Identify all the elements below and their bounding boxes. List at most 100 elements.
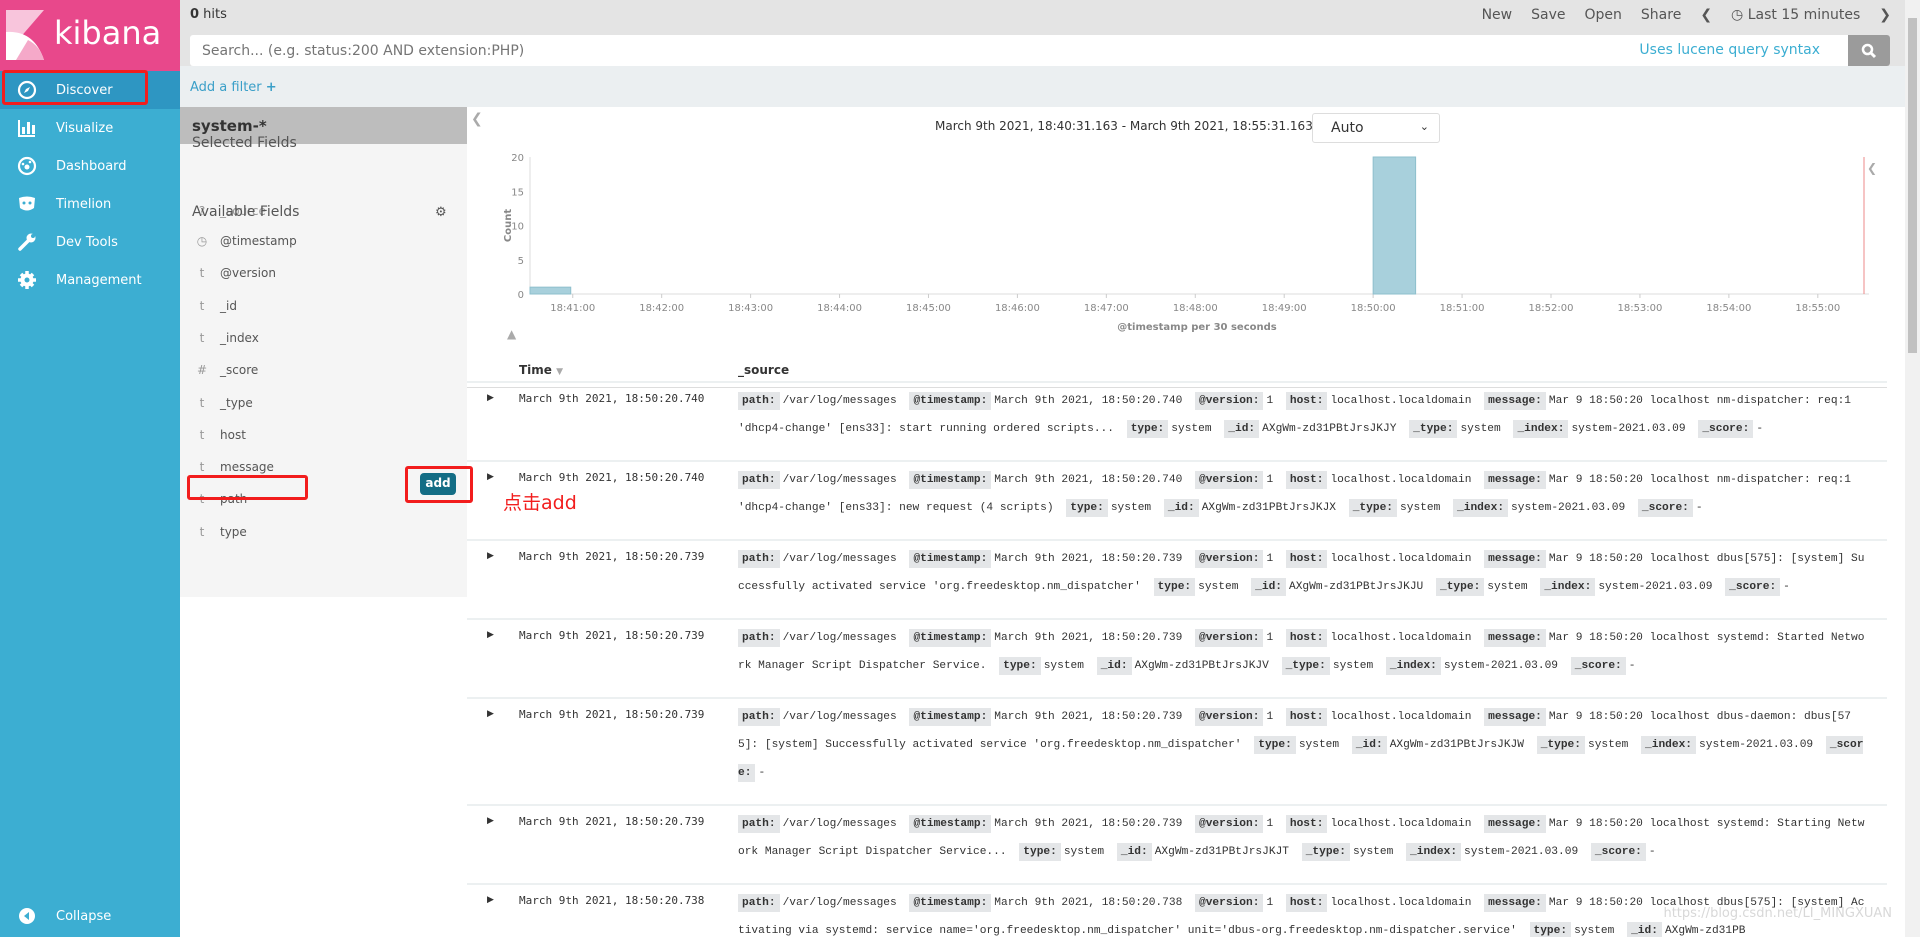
row-source: path:/var/log/messages @timestamp: March …: [738, 387, 1868, 443]
scrollbar-thumb[interactable]: [1908, 18, 1917, 353]
field-host[interactable]: t host: [192, 422, 457, 448]
lucene-syntax-link[interactable]: Uses lucene query syntax: [1639, 42, 1820, 58]
row-source: path:/var/log/messages @timestamp: March …: [738, 466, 1868, 522]
x-tick-label: 18:51:00: [1440, 303, 1485, 314]
sidebar-item-dev-tools[interactable]: Dev Tools: [0, 223, 180, 261]
field-score[interactable]: # _score: [192, 357, 457, 383]
field-type-icon: t: [199, 492, 205, 507]
source-key: host:: [1285, 550, 1328, 568]
search-input[interactable]: [190, 35, 1190, 66]
sidebar-item-dashboard[interactable]: Dashboard: [0, 147, 180, 185]
sidebar-item-visualize[interactable]: Visualize: [0, 109, 180, 147]
source-key: _type:: [1301, 843, 1351, 861]
kibana-logo[interactable]: kibana: [0, 0, 180, 71]
field-version[interactable]: t @version: [192, 260, 457, 286]
expand-row-icon[interactable]: ▶: [487, 709, 494, 719]
field-id[interactable]: t _id: [192, 293, 457, 319]
x-tick-label: 18:48:00: [1173, 303, 1218, 314]
expand-row-icon[interactable]: ▶: [487, 630, 494, 640]
source-value: /var/log/messages: [782, 897, 897, 909]
source-value: -: [1648, 846, 1656, 858]
source-value: system-2021.03.09: [1699, 739, 1814, 751]
x-tick-label: 18:54:00: [1706, 303, 1751, 314]
table-row: ▶ March 9th 2021, 18:50:20.739 path:/var/l…: [467, 804, 1887, 883]
source-key: _type:: [1348, 499, 1398, 517]
field-index[interactable]: t _index: [192, 325, 457, 351]
source-key: _id:: [1224, 420, 1260, 438]
source-key: path:: [738, 894, 780, 912]
row-timestamp: March 9th 2021, 18:50:20.739: [519, 629, 705, 642]
histogram-chart: 0510152018:41:00 18:42:00 18:43:00 18:44:00…: [503, 153, 1877, 333]
source-key: message:: [1484, 815, 1546, 833]
source-value: /var/log/messages: [782, 711, 897, 723]
field-name: host: [220, 427, 246, 442]
source-value: 1: [1266, 395, 1274, 407]
source-value: -: [758, 767, 766, 779]
search-button[interactable]: [1848, 35, 1890, 66]
share-button[interactable]: Share: [1641, 7, 1681, 23]
page-scrollbar[interactable]: [1905, 0, 1920, 937]
source-value: /var/log/messages: [782, 395, 897, 407]
source-value: AXgWm-zd31PBtJrsJKJX: [1201, 502, 1336, 514]
field-type-icon: t: [199, 524, 205, 539]
sidebar-item-management[interactable]: Management: [0, 261, 180, 299]
expand-row-icon[interactable]: ▶: [487, 551, 494, 561]
field-settings-gear-icon[interactable]: ⚙: [435, 205, 447, 220]
expand-row-icon[interactable]: ▶: [487, 895, 494, 905]
add-field-button[interactable]: add: [420, 473, 456, 495]
save-button[interactable]: Save: [1531, 7, 1565, 23]
source-key: _id:: [1096, 657, 1132, 675]
source-value: March 9th 2021, 18:50:20.739: [994, 553, 1183, 565]
source-value: AXgWm-zd31PBtJrsJKJU: [1289, 581, 1424, 593]
watermark: https://blog.csdn.net/LI_MINGXUAN: [1663, 906, 1892, 921]
x-tick-label: 18:55:00: [1795, 303, 1840, 314]
field-type[interactable]: t _type: [192, 390, 457, 416]
y-tick-label: 15: [511, 187, 524, 198]
column-header-time[interactable]: Time ▼: [519, 363, 563, 377]
field-path[interactable]: t path: [192, 486, 457, 512]
dashboard-icon: [17, 156, 37, 176]
collapse-chart-icon[interactable]: ▲: [507, 327, 516, 341]
expand-row-icon[interactable]: ▶: [487, 816, 494, 826]
new-button[interactable]: New: [1482, 7, 1513, 23]
collapse-button[interactable]: Collapse: [0, 897, 180, 935]
source-key: _index:: [1540, 578, 1596, 596]
source-value: system: [1063, 846, 1105, 858]
expand-row-icon[interactable]: ▶: [487, 393, 494, 403]
source-key: host:: [1285, 392, 1328, 410]
field-name: path: [220, 492, 248, 507]
open-button[interactable]: Open: [1585, 7, 1622, 23]
source-value: March 9th 2021, 18:50:20.739: [994, 711, 1183, 723]
compass-icon: [17, 80, 37, 100]
time-forward-icon[interactable]: ❯: [1879, 7, 1891, 23]
field-timestamp[interactable]: ◷ @timestamp: [192, 228, 457, 254]
time-back-icon[interactable]: ❮: [1700, 7, 1712, 23]
field-name: _index: [220, 330, 259, 345]
x-tick-label: 18:45:00: [906, 303, 951, 314]
time-picker[interactable]: ◷ Last 15 minutes: [1731, 7, 1860, 23]
x-tick-label: 18:44:00: [817, 303, 862, 314]
sidebar-item-discover[interactable]: Discover: [0, 71, 180, 109]
field-message[interactable]: t message: [192, 454, 457, 480]
row-source: path:/var/log/messages @timestamp: March …: [738, 624, 1868, 680]
field-name: message: [220, 460, 274, 475]
source-key: path:: [738, 392, 780, 410]
expand-row-icon[interactable]: ▶: [487, 472, 494, 482]
sidebar-item-label: Dashboard: [56, 158, 127, 174]
x-tick-label: 18:41:00: [550, 303, 595, 314]
source-value: AXgWm-zd31PBtJrsJKJT: [1154, 846, 1289, 858]
plus-icon: +: [265, 80, 277, 95]
sidebar-item-timelion[interactable]: Timelion: [0, 185, 180, 223]
x-tick-label: 18:50:00: [1351, 303, 1396, 314]
source-key: @timestamp:: [909, 629, 992, 647]
field-type[interactable]: t type: [192, 519, 457, 545]
source-value: 1: [1266, 553, 1274, 565]
source-key: _type:: [1436, 578, 1485, 596]
source-key: _id:: [1163, 499, 1199, 517]
source-value: AXgWm-zd31PBtJrsJKJW: [1389, 739, 1524, 751]
source-value: localhost.localdomain: [1330, 897, 1472, 909]
top-bar: 0 hits New Save Open Share ❮ ◷ Last 15 m…: [180, 0, 1905, 66]
source-key: _index:: [1513, 420, 1569, 438]
field-panel: system-* Selected Fields ? _source Availa…: [180, 107, 467, 597]
add-filter-button[interactable]: Add a filter +: [190, 80, 277, 95]
